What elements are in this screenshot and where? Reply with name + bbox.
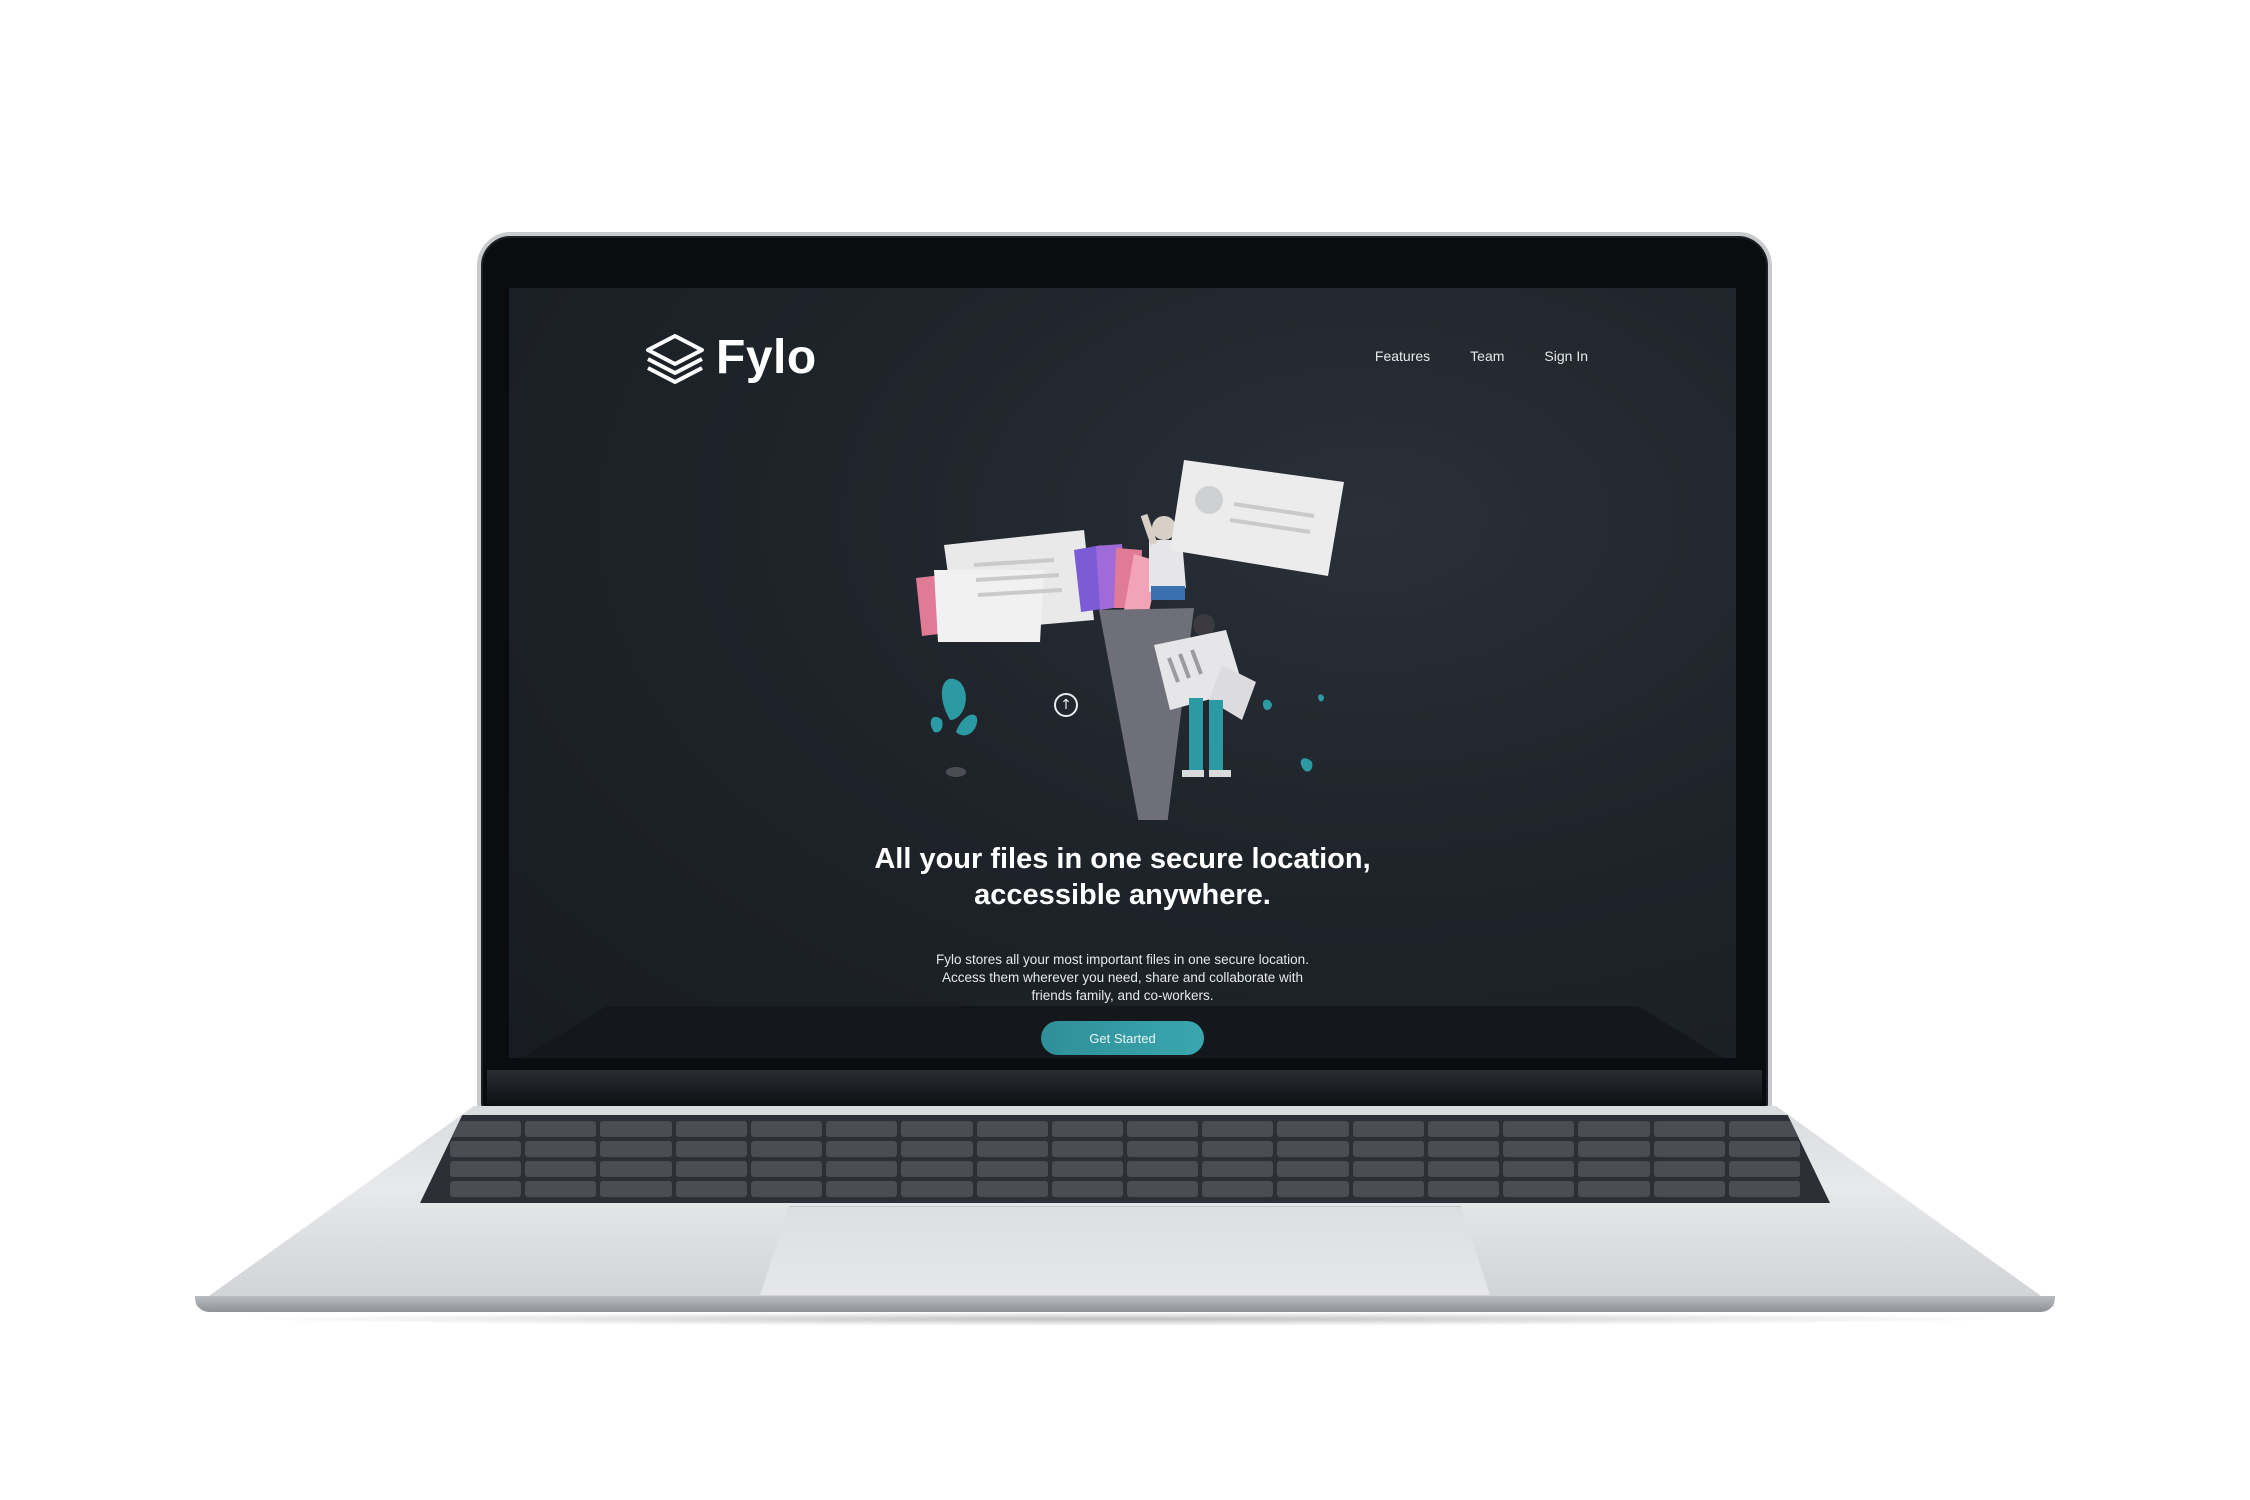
keyboard-key	[976, 1181, 1048, 1197]
keyboard-key	[1728, 1161, 1800, 1177]
keyboard-key	[1728, 1181, 1800, 1197]
keyboard-key	[1578, 1181, 1650, 1197]
keyboard-key	[450, 1161, 522, 1177]
brand-name: Fylo	[716, 331, 817, 384]
hero-illustration	[916, 460, 1344, 820]
keyboard-key	[826, 1141, 898, 1157]
keyboard-key	[675, 1181, 747, 1197]
keyboard-key	[450, 1121, 522, 1137]
headline-line-2: accessible anywhere.	[974, 879, 1271, 911]
hero-headline: All your files in one secure location, a…	[509, 841, 1736, 913]
keyboard-key	[1653, 1121, 1725, 1137]
keyboard-key	[600, 1121, 672, 1137]
keyboard-key	[1352, 1141, 1424, 1157]
description-line-3: friends family, and co-workers.	[1031, 988, 1214, 1003]
keyboard-key	[1126, 1181, 1199, 1197]
headline-line-1: All your files in one secure location,	[874, 843, 1371, 875]
hero-description: Fylo stores all your most important file…	[509, 951, 1736, 1005]
keyboard-key	[600, 1141, 672, 1157]
keyboard-key	[826, 1161, 898, 1177]
keyboard-key	[1653, 1181, 1725, 1197]
browser-screen: Fylo Features Team Sign In ↑ All your fi…	[509, 288, 1736, 1058]
keyboard-key	[901, 1121, 973, 1137]
keyboard-key	[1427, 1121, 1500, 1137]
description-line-2: Access them wherever you need, share and…	[942, 970, 1303, 985]
keyboard-key	[675, 1141, 747, 1157]
keyboard-key	[1503, 1161, 1575, 1177]
keyboard-key	[1051, 1161, 1123, 1177]
keyboard-key	[1126, 1161, 1199, 1177]
keyboard-key	[1427, 1181, 1500, 1197]
keyboard-key	[1202, 1141, 1274, 1157]
keyboard-key	[1578, 1141, 1650, 1157]
keyboard-key	[525, 1181, 597, 1197]
keyboard-key	[901, 1181, 973, 1197]
top-nav: Features Team Sign In	[1375, 348, 1588, 364]
keyboard-key	[1578, 1161, 1650, 1177]
keyboard-key	[525, 1161, 597, 1177]
keyboard-key	[1503, 1181, 1575, 1197]
laptop-shadow	[230, 1312, 2020, 1326]
keyboard-key	[675, 1161, 747, 1177]
nav-sign-in[interactable]: Sign In	[1544, 348, 1588, 364]
description-line-1: Fylo stores all your most important file…	[936, 952, 1309, 967]
keyboard-key	[826, 1121, 898, 1137]
brand-logo[interactable]: Fylo	[644, 330, 817, 385]
keyboard-key	[1728, 1121, 1800, 1137]
keyboard-key	[675, 1121, 747, 1137]
keyboard-key	[750, 1161, 823, 1177]
keyboard-key	[1202, 1161, 1274, 1177]
laptop-hinge	[487, 1070, 1762, 1106]
keyboard-key	[976, 1161, 1048, 1177]
stacked-layers-icon	[646, 333, 704, 384]
keyboard-key	[1578, 1121, 1650, 1137]
keyboard-key	[1051, 1141, 1123, 1157]
keyboard-key	[525, 1141, 597, 1157]
keyboard-key	[450, 1141, 522, 1157]
keyboard-key	[1427, 1141, 1500, 1157]
keyboard-key	[1728, 1141, 1800, 1157]
keyboard-key	[1352, 1161, 1424, 1177]
keyboard-key	[1126, 1141, 1199, 1157]
keyboard-key	[826, 1181, 898, 1197]
keyboard-key	[1277, 1141, 1349, 1157]
keyboard-key	[1653, 1161, 1725, 1177]
arrow-up-circle-icon[interactable]: ↑	[1054, 693, 1078, 717]
nav-team[interactable]: Team	[1470, 348, 1504, 364]
keyboard-key	[1277, 1121, 1349, 1137]
keyboard-key	[525, 1121, 597, 1137]
keyboard-key	[600, 1161, 672, 1177]
keyboard-key	[1277, 1161, 1349, 1177]
keyboard-key	[1503, 1121, 1575, 1137]
keyboard-key	[1202, 1181, 1274, 1197]
keyboard-key	[1051, 1121, 1123, 1137]
keyboard-key	[1352, 1181, 1424, 1197]
nav-features[interactable]: Features	[1375, 348, 1430, 364]
keyboard-key	[1202, 1121, 1274, 1137]
keyboard-key	[1126, 1121, 1199, 1137]
keyboard-key	[976, 1121, 1048, 1137]
keyboard-key	[750, 1141, 823, 1157]
keyboard-key	[1051, 1181, 1123, 1197]
keyboard-key	[1653, 1141, 1725, 1157]
keyboard-key	[1427, 1161, 1500, 1177]
keyboard-key	[600, 1181, 672, 1197]
keyboard-key	[1277, 1181, 1349, 1197]
keyboard-key	[1352, 1121, 1424, 1137]
keyboard-key	[901, 1141, 973, 1157]
keyboard-key	[976, 1141, 1048, 1157]
laptop-keyboard	[420, 1115, 1830, 1203]
keyboard-key	[750, 1121, 823, 1137]
laptop-trackpad	[760, 1206, 1490, 1295]
laptop-front-edge	[195, 1296, 2055, 1312]
keyboard-key	[750, 1181, 823, 1197]
keyboard-key	[450, 1181, 522, 1197]
keyboard-key	[901, 1161, 973, 1177]
keyboard-key	[1503, 1141, 1575, 1157]
get-started-button[interactable]: Get Started	[1041, 1021, 1204, 1055]
